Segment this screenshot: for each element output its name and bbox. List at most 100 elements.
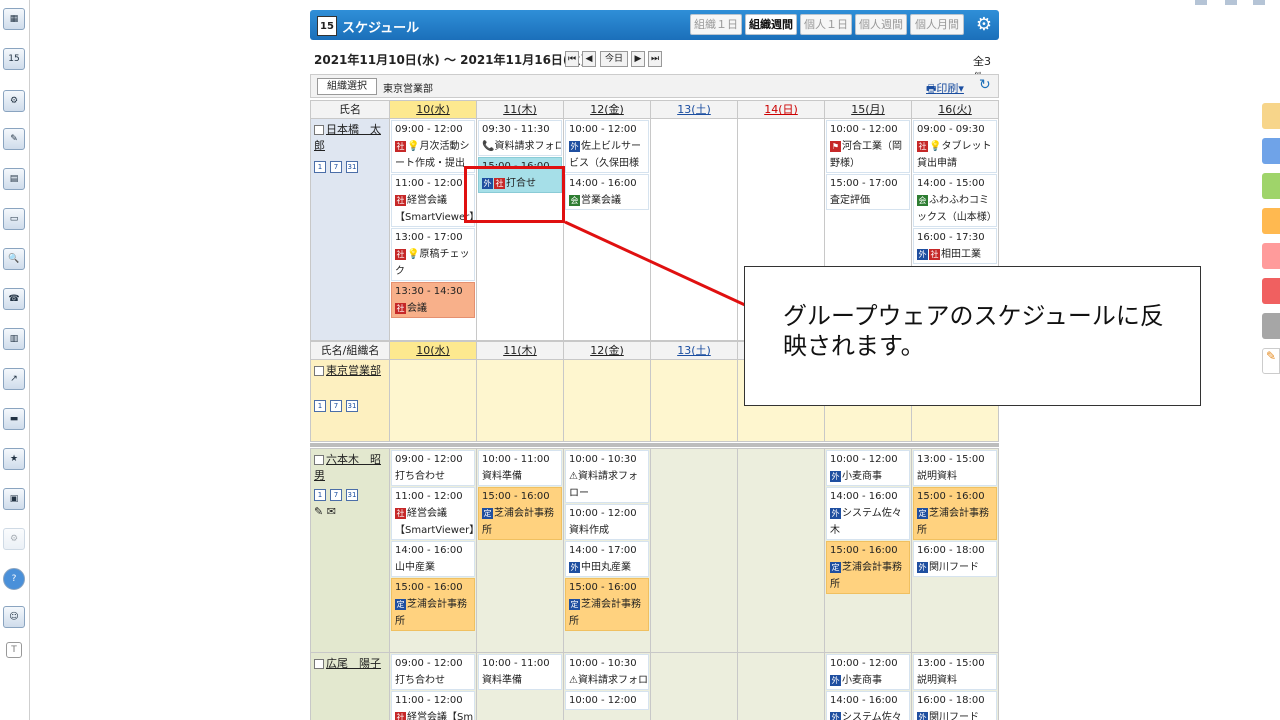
day-view-icon[interactable]: 1 xyxy=(314,489,326,501)
settings-icon[interactable]: ⚙ xyxy=(3,528,25,550)
event[interactable]: 11:00 - 12:00 社経営会議【SmartViewer】 xyxy=(391,487,475,540)
event[interactable]: 10:00 - 10:30 ⚠資料請求フォロー xyxy=(565,654,649,690)
month-view-icon[interactable]: 31 xyxy=(346,489,358,501)
day-cell[interactable] xyxy=(389,359,477,442)
day-cell[interactable] xyxy=(476,359,564,442)
photo-icon[interactable]: ▣ xyxy=(3,488,25,510)
event[interactable]: 13:30 - 14:30 社会議 xyxy=(391,282,475,318)
event[interactable]: 11:00 - 12:00 社経営会議【SmartViewer】 xyxy=(391,174,475,227)
week-view-icon[interactable]: 7 xyxy=(330,400,342,412)
day-header[interactable]: 11(木) xyxy=(476,100,564,119)
event[interactable]: 14:00 - 16:00 会営業会議 xyxy=(565,174,649,210)
tab-orange[interactable] xyxy=(1262,208,1280,234)
day-header[interactable]: 12(金) xyxy=(563,100,651,119)
day-header[interactable]: 13(土) xyxy=(650,341,738,360)
day-cell-sat[interactable] xyxy=(650,652,738,720)
day-cell[interactable]: 13:00 - 15:00 説明資料 16:00 - 18:00 外関川フード xyxy=(911,652,999,720)
event[interactable]: 16:00 - 18:00 外関川フード xyxy=(913,691,997,720)
day-cell-sun[interactable] xyxy=(737,448,825,653)
game-icon[interactable]: ★ xyxy=(3,448,25,470)
day-cell[interactable]: 10:00 - 11:00 資料準備 xyxy=(476,652,564,720)
day-header[interactable]: 10(水) xyxy=(389,341,477,360)
event[interactable]: 09:00 - 12:00 打ち合わせ xyxy=(391,450,475,486)
event[interactable]: 10:00 - 11:00 資料準備 xyxy=(478,450,562,486)
event[interactable]: 10:00 - 10:30 ⚠資料請求フォロー xyxy=(565,450,649,503)
print-link[interactable]: 🖶印刷▾ xyxy=(926,80,964,99)
day-label[interactable]: 11(木) xyxy=(503,344,537,357)
event[interactable]: 10:00 - 12:00 外小麦商事 xyxy=(826,654,910,690)
day-header[interactable]: 14(日) xyxy=(737,100,825,119)
day-cell[interactable] xyxy=(650,359,738,442)
tab-blue[interactable] xyxy=(1262,138,1280,164)
event[interactable]: 09:00 - 12:00 社 💡月次活動シート作成・提出 xyxy=(391,120,475,173)
portal-icon[interactable]: ▦ xyxy=(3,8,25,30)
month-view-icon[interactable]: 31 xyxy=(346,161,358,173)
day-cell[interactable]: 09:30 - 11:30📞資料請求フォロー 15:00 - 16:00外社打合… xyxy=(476,118,564,341)
event[interactable]: 14:00 - 17:00 外中田丸産業 xyxy=(565,541,649,577)
pen-icon[interactable]: ✎ xyxy=(1262,348,1280,374)
day-cell[interactable]: 10:00 - 12:00 外小麦商事 14:00 - 16:00 外システム佐々木… xyxy=(824,448,912,653)
event[interactable]: 14:00 - 15:00 会ふわふわコミックス（山本様） xyxy=(913,174,997,227)
month-view-icon[interactable]: 31 xyxy=(346,400,358,412)
day-cell-sun[interactable] xyxy=(737,652,825,720)
day-header[interactable]: 13(土) xyxy=(650,100,738,119)
event[interactable]: 15:00 - 16:00 定芝浦会計事務所 xyxy=(478,487,562,540)
chart-neo-icon[interactable]: ↗ xyxy=(3,368,25,390)
event[interactable]: 15:00 - 16:00 定芝浦会計事務所 xyxy=(913,487,997,540)
today-button[interactable]: 今日 xyxy=(600,51,628,67)
day-header[interactable]: 15(月) xyxy=(824,100,912,119)
event[interactable]: 15:00 - 17:00 査定評価 xyxy=(826,174,910,210)
prev-week-button[interactable]: ◀ xyxy=(582,51,596,67)
folder-icon[interactable]: ▬ xyxy=(3,408,25,430)
week-view-icon[interactable]: 7 xyxy=(330,489,342,501)
event[interactable]: 15:00 - 16:00 定芝浦会計事務所 xyxy=(826,541,910,594)
event[interactable]: 09:00 - 12:00 打ち合わせ xyxy=(391,654,475,690)
facility-icon[interactable]: ⚙ xyxy=(3,90,25,112)
cabinet-icon[interactable]: ▥ xyxy=(3,328,25,350)
day-label[interactable]: 10(水) xyxy=(416,103,450,116)
select-checkbox[interactable] xyxy=(314,455,324,465)
day-cell[interactable]: 13:00 - 15:00 説明資料 15:00 - 16:00 定芝浦会計事務所 … xyxy=(911,448,999,653)
day-cell[interactable]: 10:00 - 10:30 ⚠資料請求フォロー 10:00 - 12:00 資料作成… xyxy=(563,448,651,653)
note-tab[interactable] xyxy=(1262,103,1280,129)
day-label[interactable]: 12(金) xyxy=(590,103,624,116)
event[interactable]: 10:00 - 12:00 外佐上ビルサービス（久保田様 xyxy=(565,120,649,173)
view-person-week-button[interactable]: 個人週間 xyxy=(855,14,907,35)
event[interactable]: 16:00 - 18:00 外関川フード xyxy=(913,541,997,577)
event[interactable]: 14:00 - 16:00 外システム佐々 xyxy=(826,691,910,720)
day-cell[interactable]: 10:00 - 12:00 外佐上ビルサービス（久保田様 14:00 - 16:0… xyxy=(563,118,651,341)
report-icon[interactable]: ▤ xyxy=(3,168,25,190)
tab-gray[interactable] xyxy=(1262,313,1280,339)
schedule-icon[interactable]: 15 xyxy=(3,48,25,70)
tab-red[interactable] xyxy=(1262,278,1280,304)
view-org-day-button[interactable]: 組織１日 xyxy=(690,14,742,35)
refresh-icon[interactable]: ↻ xyxy=(979,77,991,93)
event[interactable]: 15:00 - 16:00 定芝浦会計事務所 xyxy=(565,578,649,631)
first-week-button[interactable]: ⏮ xyxy=(565,51,579,67)
day-header[interactable]: 16(火) xyxy=(911,100,999,119)
search-doc-icon[interactable]: 🔍 xyxy=(3,248,25,270)
event[interactable]: 10:00 - 11:00 資料準備 xyxy=(478,654,562,690)
event[interactable]: 13:00 - 15:00 説明資料 xyxy=(913,654,997,690)
event[interactable]: 10:00 - 12:00 ⚑ 河合工業（岡野様） xyxy=(826,120,910,173)
day-view-icon[interactable]: 1 xyxy=(314,161,326,173)
view-org-week-button[interactable]: 組織週間 xyxy=(745,14,797,35)
clipboard-icon[interactable]: ▭ xyxy=(3,208,25,230)
select-checkbox[interactable] xyxy=(314,366,324,376)
day-label[interactable]: 16(火) xyxy=(938,103,972,116)
event[interactable]: 09:00 - 09:30 社 💡タブレット貸出申請 xyxy=(913,120,997,173)
text-tool-icon[interactable]: T xyxy=(6,642,22,658)
todo-icon[interactable]: ✎ xyxy=(3,128,25,150)
event[interactable]: 10:00 - 12:00 xyxy=(565,691,649,710)
day-label[interactable]: 14(日) xyxy=(764,103,798,116)
day-cell-sat[interactable] xyxy=(650,118,738,341)
select-checkbox[interactable] xyxy=(314,659,324,669)
window-control-icon[interactable] xyxy=(1225,0,1237,5)
person-name-link[interactable]: 日本橋 太郎 xyxy=(314,123,381,152)
event[interactable]: 14:00 - 16:00 外システム佐々木 xyxy=(826,487,910,540)
day-cell[interactable]: 09:00 - 12:00 打ち合わせ 11:00 - 12:00 社経営会議【Sm… xyxy=(389,448,477,653)
event[interactable]: 16:00 - 17:30 外社相田工業 xyxy=(913,228,997,264)
day-cell[interactable]: 10:00 - 10:30 ⚠資料請求フォロー 10:00 - 12:00 xyxy=(563,652,651,720)
org-select-button[interactable]: 組織選択 xyxy=(317,78,377,95)
day-label[interactable]: 11(木) xyxy=(503,103,537,116)
